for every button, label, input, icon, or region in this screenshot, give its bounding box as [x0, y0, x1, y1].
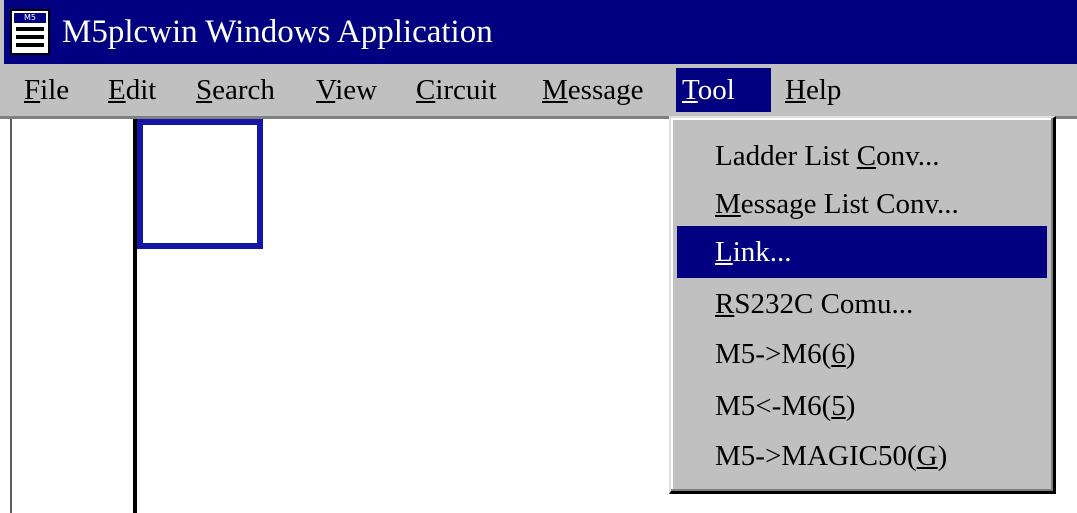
- item-mnemonic: C: [856, 140, 877, 172]
- item-mnemonic: 5: [831, 390, 846, 422]
- item-label-pre: M5->M6(: [715, 338, 832, 370]
- left-margin-line: [10, 119, 12, 513]
- menu-view[interactable]: View: [310, 68, 383, 112]
- item-mnemonic: L: [715, 236, 733, 268]
- app-document-icon[interactable]: M5: [10, 9, 50, 55]
- menu-mnemonic: S: [196, 74, 213, 106]
- menu-item-link[interactable]: Link...: [677, 226, 1047, 278]
- menu-circuit[interactable]: Circuit: [410, 68, 503, 112]
- menu-message[interactable]: Message: [536, 68, 649, 112]
- menu-item-rs232c-comu[interactable]: RS232C Comu...: [677, 278, 1047, 330]
- item-label-post: ): [845, 338, 856, 370]
- menu-bar: File Edit Search View Circuit Message To…: [0, 64, 1077, 116]
- item-mnemonic: R: [715, 288, 735, 320]
- menu-edit[interactable]: Edit: [102, 68, 162, 112]
- menu-label-post: essage: [567, 74, 644, 106]
- app-icon-line: [16, 43, 44, 47]
- menu-label-post: ircuit: [435, 74, 497, 106]
- menu-item-m5-to-magic50[interactable]: M5->MAGIC50(G): [677, 430, 1047, 482]
- app-icon-line: [16, 35, 44, 39]
- menu-help[interactable]: Help: [779, 68, 847, 112]
- item-label-post: ): [937, 440, 948, 472]
- item-label-pre: M5->MAGIC50(: [715, 440, 917, 472]
- item-label-post: onv...: [876, 140, 940, 172]
- item-label-pre: M5<-M6(: [715, 390, 832, 422]
- item-mnemonic: 6: [831, 338, 846, 370]
- menu-file[interactable]: File: [18, 68, 75, 112]
- window-title: M5plcwin Windows Application: [62, 14, 493, 50]
- cell-cursor[interactable]: [137, 119, 263, 249]
- menu-label-post: elp: [805, 74, 842, 106]
- application-window: M5 M5plcwin Windows Application File Edi…: [0, 0, 1077, 513]
- menu-mnemonic: C: [416, 74, 436, 106]
- item-label-post: essage List Conv...: [740, 188, 959, 220]
- menu-item-message-list-conv[interactable]: Message List Conv...: [677, 178, 1047, 230]
- app-icon-line: [16, 27, 44, 31]
- app-icon-header: M5: [14, 13, 46, 23]
- menu-search[interactable]: Search: [190, 68, 281, 112]
- title-bar[interactable]: M5 M5plcwin Windows Application: [0, 0, 1077, 64]
- menu-label-post: dit: [125, 74, 157, 106]
- menu-mnemonic: V: [316, 74, 336, 106]
- menu-mnemonic: F: [24, 74, 41, 106]
- menu-item-ladder-list-conv[interactable]: Ladder List Conv...: [677, 130, 1047, 182]
- menu-mnemonic: E: [108, 74, 126, 106]
- menu-tool[interactable]: Tool: [676, 68, 771, 112]
- menu-mnemonic: M: [542, 74, 568, 106]
- menu-label-post: iew: [335, 74, 378, 106]
- menu-item-m5-to-m6[interactable]: M5->M6(6): [677, 328, 1047, 380]
- menu-label-post: ile: [40, 74, 70, 106]
- item-label-post: ink...: [732, 236, 792, 268]
- tool-menu-dropdown: Ladder List Conv... Message List Conv...…: [669, 116, 1056, 494]
- item-label-pre: Ladder List: [715, 140, 857, 172]
- menu-mnemonic: T: [682, 74, 698, 106]
- menu-label-post: ool: [697, 74, 735, 106]
- item-mnemonic: G: [916, 440, 938, 472]
- item-label-post: ): [845, 390, 856, 422]
- menu-label-post: earch: [212, 74, 275, 106]
- menu-item-m6-to-m5[interactable]: M5<-M6(5): [677, 380, 1047, 432]
- item-label-post: S232C Comu...: [734, 288, 914, 320]
- item-mnemonic: M: [715, 188, 741, 220]
- menu-mnemonic: H: [785, 74, 806, 106]
